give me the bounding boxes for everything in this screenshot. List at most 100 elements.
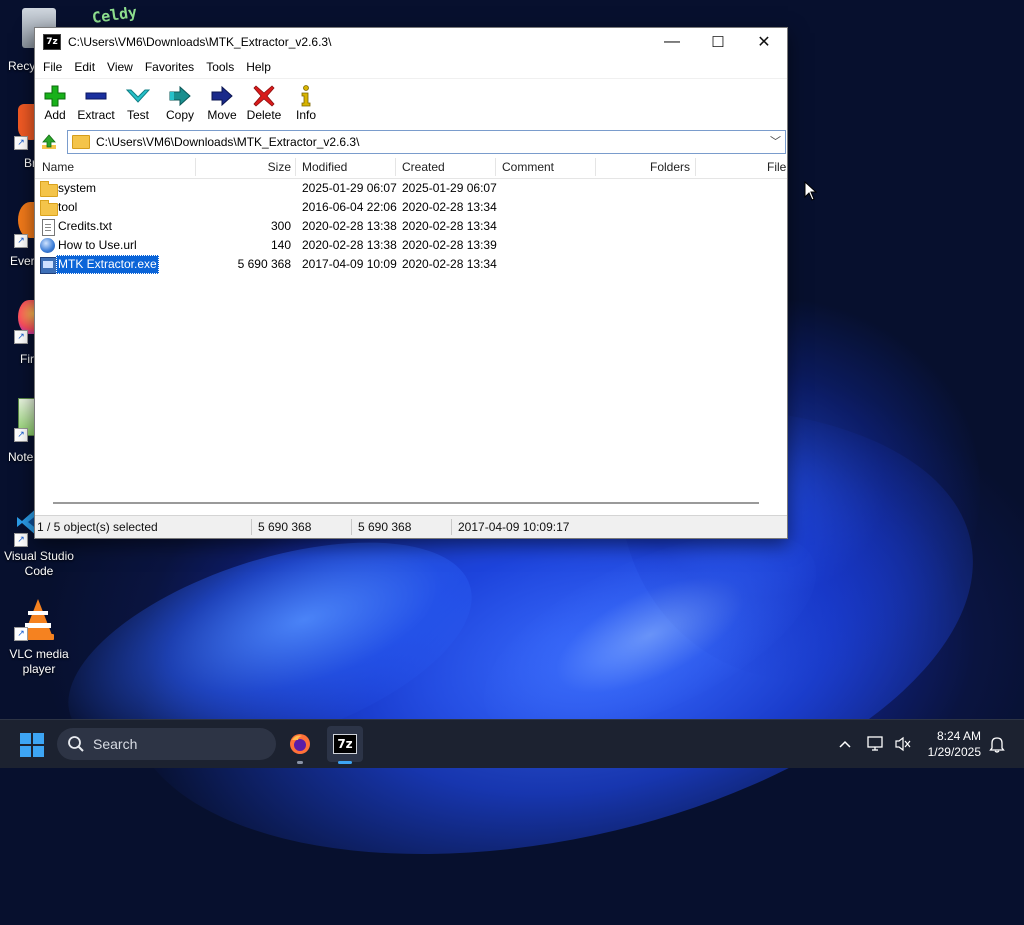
file-size: 5 690 368	[237, 257, 291, 271]
extract-label: Extract	[77, 108, 115, 122]
shortcut-arrow-icon: ↗	[14, 627, 28, 641]
list-header: Name Size Modified Created Comment Folde…	[35, 156, 787, 179]
status-selection: 1 / 5 object(s) selected	[37, 520, 158, 534]
info-icon	[292, 84, 320, 108]
text-file-icon	[42, 219, 55, 236]
title-bar[interactable]: 7z C:\Users\VM6\Downloads\MTK_Extractor_…	[35, 28, 787, 56]
test-icon	[124, 84, 152, 108]
status-bar: 1 / 5 object(s) selected 5 690 368 5 690…	[35, 515, 787, 538]
taskbar-7zip[interactable]: 7z	[327, 726, 363, 764]
add-button[interactable]: Add	[35, 79, 75, 122]
info-button[interactable]: Info	[285, 79, 327, 122]
file-created: 2020-02-28 13:34	[402, 257, 497, 271]
desktop-icon-label: Note	[8, 450, 34, 464]
table-row[interactable]: Credits.txt 300 2020-02-28 13:38 2020-02…	[35, 217, 787, 236]
delete-button[interactable]: Delete	[243, 79, 285, 122]
close-button[interactable]: ✕	[741, 28, 787, 56]
column-modified[interactable]: Modified	[302, 156, 347, 178]
add-label: Add	[44, 108, 66, 122]
extract-button[interactable]: Extract	[75, 79, 117, 122]
windows-logo-icon	[20, 733, 31, 744]
maximize-button[interactable]: ☐	[695, 28, 741, 56]
minimize-button[interactable]: —	[649, 28, 695, 56]
globe-icon	[40, 238, 55, 253]
search-label: Search	[93, 736, 138, 752]
move-icon	[208, 84, 236, 108]
desktop-icon-label: Ever	[10, 254, 35, 268]
file-modified: 2020-02-28 13:38	[302, 238, 397, 252]
copy-button[interactable]: Copy	[159, 79, 201, 122]
copy-label: Copy	[165, 108, 194, 122]
system-clock[interactable]: 8:24 AM 1/29/2025	[928, 728, 981, 760]
notifications-button[interactable]	[984, 720, 1010, 768]
address-bar[interactable]: C:\Users\VM6\Downloads\MTK_Extractor_v2.…	[67, 130, 786, 154]
file-modified: 2025-01-29 06:07	[302, 181, 397, 195]
info-label: Info	[295, 108, 316, 122]
file-name: system	[58, 181, 97, 195]
table-row[interactable]: system 2025-01-29 06:07 2025-01-29 06:07	[35, 179, 787, 198]
column-comment[interactable]: Comment	[502, 156, 554, 178]
toolbar: Add Extract Test Copy Move Delete Info	[35, 78, 787, 129]
column-name[interactable]: Name	[42, 156, 74, 178]
menu-file[interactable]: File	[37, 56, 68, 78]
shortcut-arrow-icon: ↗	[14, 533, 28, 547]
taskbar-search[interactable]: Search	[57, 728, 276, 760]
status-size: 5 690 368	[258, 520, 312, 534]
menu-bar: File Edit View Favorites Tools Help	[35, 56, 787, 78]
move-button[interactable]: Move	[201, 79, 243, 122]
start-button[interactable]	[20, 733, 44, 757]
desktop-icon-label: Fir	[20, 352, 34, 366]
horizontal-scrollbar[interactable]	[53, 502, 759, 504]
chevron-up-icon	[839, 740, 851, 748]
mouse-cursor-icon	[804, 181, 818, 201]
file-size	[195, 198, 291, 217]
address-row: C:\Users\VM6\Downloads\MTK_Extractor_v2.…	[35, 129, 787, 155]
shortcut-arrow-icon: ↗	[14, 330, 28, 344]
bell-icon	[989, 737, 1005, 753]
volume-muted-icon	[895, 736, 911, 752]
up-folder-button[interactable]	[38, 131, 60, 153]
desktop-icon-vlc[interactable]: ↗ VLC media player	[0, 597, 74, 676]
chevron-down-icon[interactable]: ﹀	[770, 133, 781, 149]
column-size[interactable]: Size	[195, 156, 291, 178]
table-row[interactable]: tool 2016-06-04 22:06 2020-02-28 13:34	[35, 198, 787, 217]
taskbar-firefox[interactable]	[282, 726, 318, 764]
folder-icon	[40, 181, 58, 197]
file-size	[195, 179, 291, 198]
shortcut-arrow-icon: ↗	[14, 234, 28, 248]
folder-icon	[72, 135, 90, 149]
test-label: Test	[126, 108, 149, 122]
column-folders[interactable]: Folders	[595, 156, 690, 178]
file-modified: 2016-06-04 22:06	[302, 200, 397, 214]
test-button[interactable]: Test	[117, 79, 159, 122]
menu-favorites[interactable]: Favorites	[139, 56, 200, 78]
move-label: Move	[207, 108, 237, 122]
file-modified: 2020-02-28 13:38	[302, 219, 397, 233]
table-row[interactable]: How to Use.url 140 2020-02-28 13:38 2020…	[35, 236, 787, 255]
volume-button[interactable]	[892, 720, 914, 768]
column-created[interactable]: Created	[402, 156, 445, 178]
file-name: tool	[58, 200, 78, 214]
file-name: Credits.txt	[58, 219, 113, 233]
status-packed-size: 5 690 368	[358, 520, 412, 534]
menu-help[interactable]: Help	[240, 56, 277, 78]
folder-icon	[40, 200, 58, 216]
menu-edit[interactable]: Edit	[68, 56, 101, 78]
address-path: C:\Users\VM6\Downloads\MTK_Extractor_v2.…	[96, 135, 360, 149]
clock-date: 1/29/2025	[927, 745, 981, 759]
menu-view[interactable]: View	[101, 56, 139, 78]
file-list: Name Size Modified Created Comment Folde…	[35, 156, 787, 510]
file-manager-window: 7z C:\Users\VM6\Downloads\MTK_Extractor_…	[34, 27, 788, 539]
network-icon	[867, 736, 883, 751]
clock-time: 8:24 AM	[936, 729, 981, 743]
table-row-selected[interactable]: MTK Extractor.exe 5 690 368 2017-04-09 1…	[35, 255, 787, 274]
show-hidden-icons-button[interactable]	[834, 720, 856, 768]
column-files[interactable]: File	[767, 156, 786, 178]
file-name: How to Use.url	[58, 238, 137, 252]
network-button[interactable]	[864, 720, 888, 768]
shortcut-arrow-icon: ↗	[14, 428, 28, 442]
delete-icon	[250, 84, 278, 108]
file-created: 2020-02-28 13:34	[402, 219, 497, 233]
menu-tools[interactable]: Tools	[200, 56, 240, 78]
delete-label: Delete	[246, 108, 282, 122]
